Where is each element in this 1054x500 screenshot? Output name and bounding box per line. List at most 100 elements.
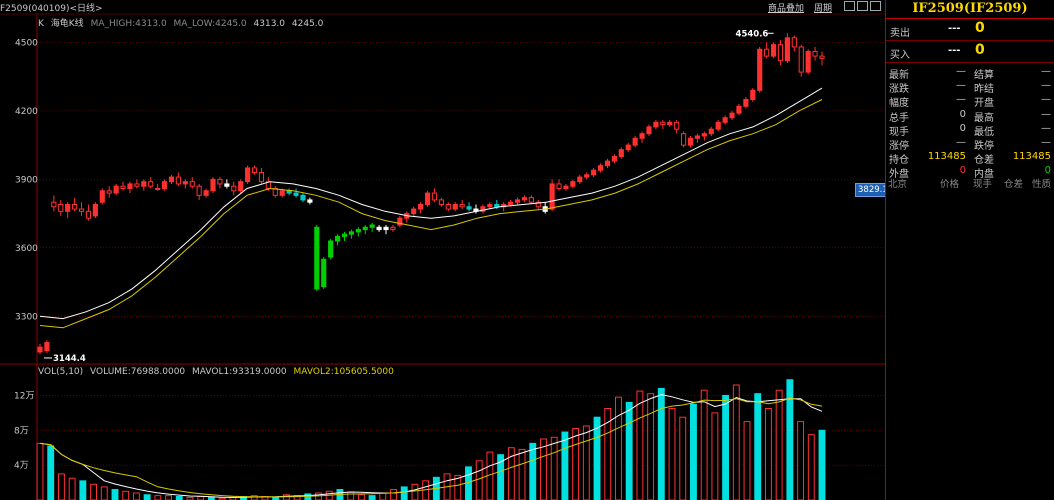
volume-bar (764, 408, 772, 500)
candle-body (203, 190, 209, 196)
quote-label: 涨停 (889, 140, 909, 152)
volume-bar (132, 492, 140, 500)
candle-body (597, 165, 604, 171)
volume-bar (165, 495, 172, 500)
candle-body (521, 197, 528, 201)
ticks-column-header: 现手 (973, 179, 993, 190)
candle-body (694, 135, 701, 139)
price-tick-label: 4500 (15, 38, 38, 48)
sell-label: 卖出 (890, 28, 910, 39)
ticks-column-header: 性质 (1032, 179, 1052, 190)
candle-body (764, 48, 770, 57)
volume-bar (732, 384, 740, 500)
candle-body (134, 183, 140, 187)
volume-tick-label: 8万 (14, 426, 29, 436)
minimize-icon[interactable] (844, 1, 855, 11)
volume-legend: VOL(5,10) VOLUME:76988.0000 MAVOL1:93319… (38, 367, 398, 377)
candle-body (549, 183, 555, 210)
candle-body (687, 137, 694, 146)
ma-v2: 4245.0 (291, 19, 324, 29)
quote-row: 涨跌 — 昨结 — (886, 80, 1054, 95)
volume-bar (775, 389, 783, 500)
mavol2-value: MAVOL2:105605.5000 (293, 367, 394, 377)
volume-bar (593, 416, 601, 500)
candle-body (757, 48, 763, 91)
candle-body (161, 181, 168, 190)
candle-body (383, 226, 389, 231)
candle-body (563, 185, 569, 189)
candle-body (722, 117, 728, 123)
quote-value: — (1041, 94, 1051, 106)
close-icon[interactable] (870, 1, 881, 11)
price-tick-label: 3900 (15, 175, 38, 185)
kline-chart-area[interactable]: 4500 4200 3900 3600 3300 12万 8万 4万 4540.6 3144.4 … (0, 0, 891, 500)
candle-body (224, 183, 230, 187)
volume-bar (550, 436, 558, 500)
volume-bar (57, 473, 65, 500)
candle-body (584, 174, 590, 178)
candle-body (431, 192, 438, 201)
volume-bar (90, 483, 98, 500)
volume-bar (657, 387, 665, 500)
volume-tick-label: 4万 (14, 461, 29, 471)
kline-chart-canvas[interactable]: 4500 4200 3900 3600 3300 12万 8万 4万 4540.6 3144.4 (0, 0, 885, 500)
chart-topbar: F2509(040109)<日线> 商品叠加 周期 (0, 0, 885, 14)
volume-bar (315, 492, 322, 500)
price-tick-label: 3600 (15, 244, 38, 254)
candle-body (674, 121, 680, 130)
candle-body (487, 203, 493, 208)
period-button[interactable]: 周期 (814, 1, 832, 14)
candle-body (210, 178, 216, 192)
candle-body (58, 203, 64, 212)
candle-body (445, 203, 451, 210)
mavol1-value: MAVOL1:93319.0000 (192, 367, 287, 377)
candle-body (251, 167, 258, 174)
candle-body (106, 190, 112, 194)
ma-low-value: MA_LOW:4245.0 (173, 19, 247, 29)
candle-body (514, 199, 521, 203)
quote-value: 0 (1044, 165, 1051, 177)
ma-high-value: MA_HIGH:4313.0 (90, 19, 167, 29)
quote-value: 113485 (1012, 151, 1051, 163)
volume-bar (390, 489, 397, 500)
candle-body (155, 188, 161, 190)
volume-bar (36, 442, 44, 500)
volume-bar (175, 496, 183, 500)
quote-label: 跌停 (974, 140, 994, 152)
overlay-button[interactable]: 商品叠加 (768, 1, 804, 14)
candle-body (770, 44, 777, 57)
candle-body (314, 226, 320, 290)
volume-bar (47, 445, 55, 500)
buy-price: --- (948, 45, 961, 56)
k-label: K (38, 19, 44, 29)
quote-label: 幅度 (889, 98, 909, 110)
buy-qty: 0 (975, 42, 985, 58)
buy-row[interactable]: 买入 --- 0 (886, 41, 1054, 63)
restore-icon[interactable] (857, 1, 868, 11)
volume-bar (572, 428, 580, 500)
volume-bar (679, 416, 687, 500)
ticks-column-header: 价格 (940, 179, 960, 190)
candle-body (591, 169, 597, 176)
volume-bar (475, 460, 483, 500)
volume-bar (625, 401, 633, 500)
indicator-name: 海龟K线 (50, 19, 84, 29)
candle-body (604, 160, 611, 167)
volume-bar (797, 421, 805, 500)
quote-label: 最低 (974, 126, 994, 138)
candle-body (78, 208, 85, 212)
candle-body (611, 156, 617, 162)
candle-body (92, 203, 98, 217)
quote-value: — (956, 136, 966, 148)
quote-label: 仓差 (974, 155, 994, 167)
quote-row: 涨停 — 跌停 — (886, 136, 1054, 152)
volume-bar (647, 393, 655, 500)
candle-body (784, 37, 790, 62)
ticks-column-header: 仓差 (1004, 179, 1024, 190)
candle-body (466, 206, 472, 210)
quote-value: — (1041, 80, 1051, 92)
quote-value: — (1041, 66, 1051, 77)
candle-body (570, 181, 576, 187)
volume-bar (582, 425, 590, 500)
sell-row[interactable]: 卖出 --- 0 (886, 19, 1054, 41)
